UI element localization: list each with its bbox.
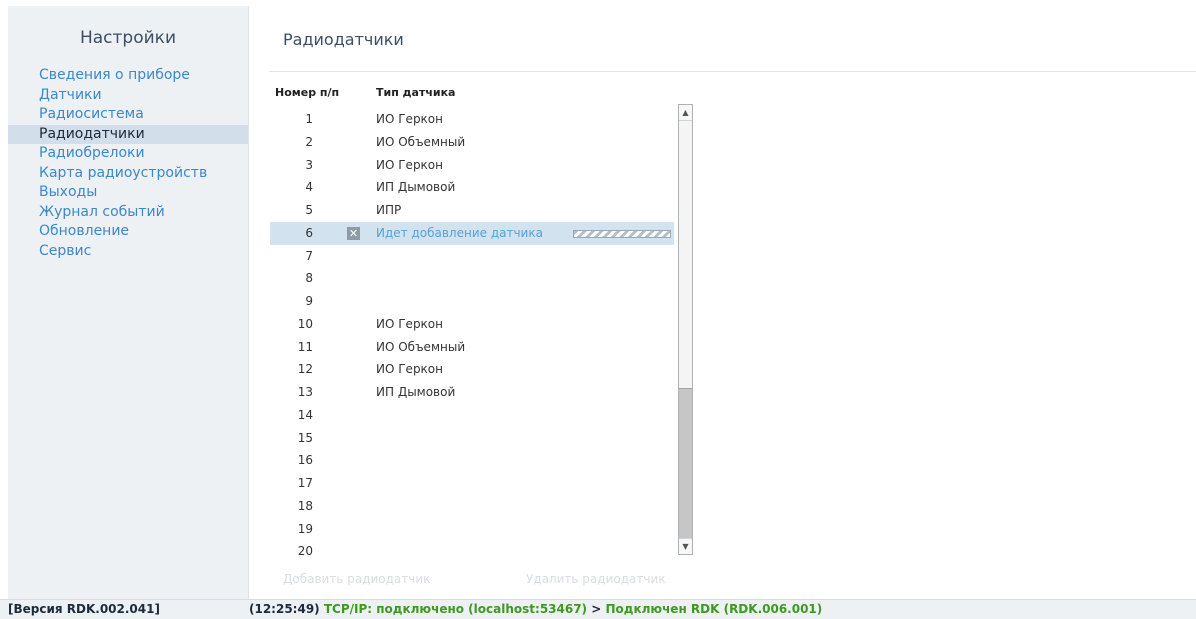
row-number: 20 [297,544,313,559]
table-row[interactable]: 12 ИО Геркон [270,358,674,381]
main-panel: Радиодатчики Номер п/п Тип датчика 1 ИО Г… [249,6,1196,599]
tcp-status: TCP/IP: подключено (localhost:53467) [323,602,588,616]
row-number: 7 [305,248,313,263]
cancel-adding-icon[interactable]: ✕ [347,226,360,240]
row-sensor-type: ИП Дымовой [376,180,456,195]
connection-status: (12:25:49) TCP/IP: подключено (localhost… [249,600,822,619]
adding-progress-bar [573,229,671,238]
row-number: 14 [297,407,313,422]
table-row[interactable]: 2 ИО Объемный [270,131,674,154]
sidebar-title: Настройки [79,28,176,48]
device-status: Подключен RDK (RDK.006.001) [605,602,823,616]
row-number: 16 [297,453,313,468]
row-number: 6 [305,225,313,240]
row-number: 17 [297,476,313,490]
row-sensor-type: ИО Объемный [376,339,466,354]
sidebar-item[interactable]: Датчики [8,86,248,106]
row-number: 15 [297,430,313,445]
sidebar-item[interactable]: Радиодатчики [8,124,248,144]
delete-sensor-button[interactable]: Удалить радиодатчик [526,572,666,586]
sidebar-item[interactable]: Радиосистема [8,105,248,125]
table-row[interactable]: 1 ИО Геркон [270,108,674,131]
status-separator: > [591,602,602,616]
status-time: (12:25:49) [249,602,320,616]
row-sensor-type: ИПР [376,203,402,217]
table-row[interactable]: 20 [270,540,674,563]
table-row[interactable]: 16 [270,449,674,472]
row-sensor-type: ИП Дымовой [376,385,456,399]
table-row[interactable]: 6 ✕ Идет добавление датчика [270,221,674,245]
sidebar-item[interactable]: Радиобрелоки [8,144,248,164]
add-sensor-button[interactable]: Добавить радиодатчик [283,572,430,586]
row-number: 19 [297,521,313,536]
title-divider [269,71,1196,72]
row-sensor-type: ИО Геркон [376,362,443,377]
sidebar-item[interactable]: Сведения о приборе [8,66,248,86]
row-number: 12 [297,362,313,377]
version-label: [Версия RDK.002.041] [8,602,160,616]
table-row[interactable]: 18 [270,495,674,518]
row-sensor-type: Идет добавление датчика [376,225,543,240]
row-sensor-type: ИО Геркон [376,316,443,331]
row-number: 11 [297,339,313,354]
table-row[interactable]: 3 ИО Геркон [270,154,674,177]
table-row[interactable]: 17 [270,472,674,495]
sidebar-item[interactable]: Журнал событий [8,203,248,223]
sidebar: Настройки Сведения о приборе Датчики Радио… [8,6,249,599]
table-row[interactable]: 9 [270,290,674,313]
table-row[interactable]: 10 ИО Геркон [270,313,674,336]
table-row[interactable]: 13 ИП Дымовой [270,381,674,404]
table-row[interactable]: 8 [270,267,674,290]
row-number: 9 [305,294,313,308]
row-number: 10 [297,316,313,331]
row-number: 13 [297,385,313,399]
row-sensor-type: ИО Геркон [376,112,443,126]
table-row[interactable]: 5 ИПР [270,199,674,222]
row-number: 1 [305,112,313,126]
row-number: 8 [305,271,313,286]
table-row[interactable]: 4 ИП Дымовой [270,176,674,199]
row-number: 4 [305,180,313,195]
sensor-list: 1 ИО Геркон 2 ИО Объемный 3 ИО Геркон 4 ИП Дымо… [270,108,674,563]
table-row[interactable]: 11 ИО Объемный [270,336,674,359]
status-bar: [Версия RDK.002.041] (12:25:49) TCP/IP: … [0,599,1196,619]
row-number: 2 [305,134,313,149]
sidebar-nav: Сведения о приборе Датчики Радиосистема Рад… [8,66,248,261]
table-row[interactable]: 19 [270,518,674,541]
row-number: 18 [297,498,313,513]
sidebar-item[interactable]: Выходы [8,183,248,203]
column-header-number: Номер п/п [275,86,340,99]
table-row[interactable]: 14 [270,404,674,427]
table-row[interactable]: 15 [270,427,674,450]
sidebar-item[interactable]: Карта радиоустройств [8,164,248,184]
row-sensor-type: ИО Объемный [376,134,466,149]
row-sensor-type: ИО Геркон [376,157,443,172]
list-scrollbar[interactable]: ▲ ▼ [678,104,693,555]
scroll-thumb[interactable] [679,388,692,539]
page-title: Радиодатчики [283,30,404,49]
sidebar-item[interactable]: Сервис [8,242,248,262]
table-row[interactable]: 7 [270,245,674,268]
scroll-up-button[interactable]: ▲ [679,105,692,121]
scroll-down-button[interactable]: ▼ [679,538,692,554]
row-number: 3 [305,157,313,172]
row-number: 5 [305,203,313,217]
sidebar-item[interactable]: Обновление [8,222,248,242]
column-header-type: Тип датчика [376,86,456,99]
